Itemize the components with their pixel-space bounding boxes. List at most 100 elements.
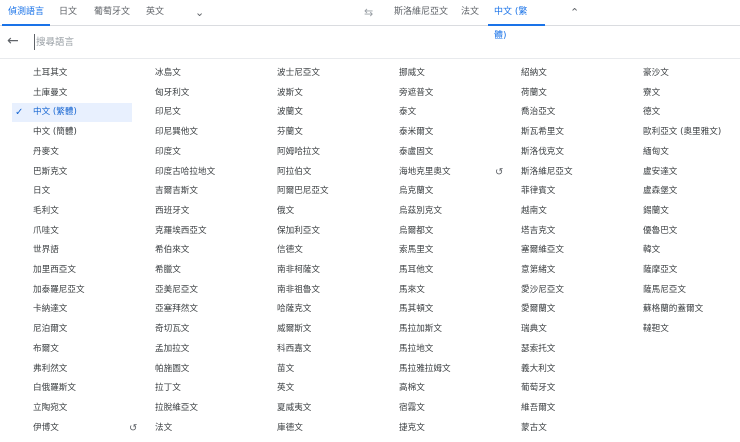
language-option[interactable]: 阿拉伯文 [256, 163, 376, 182]
language-option[interactable]: 塔吉克文 [500, 222, 620, 241]
language-option[interactable]: 帕施圖文 [134, 360, 254, 379]
tab-detect-language[interactable]: 偵測語言 [2, 0, 51, 26]
language-option[interactable]: 馬拉地文 [378, 340, 498, 359]
language-option[interactable]: ✓ 中文 (繁體) [12, 103, 132, 123]
language-option[interactable]: 毛利文 [12, 202, 132, 221]
language-option[interactable]: 泰文 [378, 103, 498, 122]
language-option[interactable]: 南非祖魯文 [256, 281, 376, 300]
language-option[interactable]: 庫德文 [256, 419, 376, 438]
language-option[interactable]: 馬拉加斯文 [378, 320, 498, 339]
language-option[interactable]: 喬治亞文 [500, 103, 620, 122]
language-option[interactable]: 奇切瓦文 [134, 320, 254, 339]
language-option[interactable]: 印度古哈拉地文 [134, 163, 254, 182]
language-option[interactable]: 盧森堡文 [622, 182, 740, 201]
language-option[interactable]: 保加利亞文 [256, 222, 376, 241]
language-option[interactable]: 夏威夷文 [256, 399, 376, 418]
language-option[interactable]: 宿霧文 [378, 399, 498, 418]
language-option[interactable]: 德文 [622, 103, 740, 122]
language-option[interactable]: 波蘭文 [256, 103, 376, 122]
language-option[interactable]: 馬其頓文 [378, 300, 498, 319]
language-option[interactable]: 優魯巴文 [622, 222, 740, 241]
language-option[interactable]: 愛沙尼亞文 [500, 281, 620, 300]
language-option[interactable]: 英文 [256, 379, 376, 398]
language-option[interactable]: 拉脫維亞文 [134, 399, 254, 418]
language-option[interactable]: 匈牙利文 [134, 84, 254, 103]
tab-target-slovenian[interactable]: 斯洛維尼亞文 [388, 0, 454, 26]
language-option[interactable]: 土庫曼文 [12, 84, 132, 103]
tab-source-japanese[interactable]: 日文 [53, 0, 83, 26]
language-option[interactable]: 弗利然文 [12, 360, 132, 379]
language-option[interactable]: 薩馬尼亞文 [622, 281, 740, 300]
language-option[interactable]: 芬蘭文 [256, 123, 376, 142]
tab-target-french[interactable]: 法文 [455, 0, 485, 26]
language-option[interactable]: 斯洛伐克文 [500, 143, 620, 162]
language-option[interactable]: 紹納文 [500, 64, 620, 83]
language-option[interactable]: 錫蘭文 [622, 202, 740, 221]
language-option[interactable]: 馬拉雅拉姆文 [378, 360, 498, 379]
language-option[interactable]: 哈薩克文 [256, 300, 376, 319]
language-option[interactable]: 南非柯薩文 [256, 261, 376, 280]
language-option[interactable]: 科西嘉文 [256, 340, 376, 359]
language-option[interactable]: 波士尼亞文 [256, 64, 376, 83]
swap-languages-icon[interactable]: ⇆ [364, 0, 373, 26]
language-option[interactable]: 加泰羅尼亞文 [12, 281, 132, 300]
language-option[interactable]: 信德文 [256, 241, 376, 260]
language-option[interactable]: 俄文 [256, 202, 376, 221]
language-option[interactable]: 旁遮普文 [378, 84, 498, 103]
language-option[interactable]: 韃靼文 [622, 320, 740, 339]
language-option[interactable]: 斯瓦希里文 [500, 123, 620, 142]
language-option[interactable]: 高棉文 [378, 379, 498, 398]
language-option[interactable]: 尼泊爾文 [12, 320, 132, 339]
language-option[interactable]: ↺ 法文 [129, 419, 254, 438]
language-option[interactable]: 希伯來文 [134, 241, 254, 260]
language-option[interactable]: 亞塞拜然文 [134, 300, 254, 319]
language-option[interactable]: 義大利文 [500, 360, 620, 379]
language-option[interactable]: 菲律賓文 [500, 182, 620, 201]
language-option[interactable]: 瑟索托文 [500, 340, 620, 359]
language-option[interactable]: 拉丁文 [134, 379, 254, 398]
language-option[interactable]: 卡納達文 [12, 300, 132, 319]
chevron-up-icon[interactable]: ⌃ [570, 0, 579, 26]
language-option[interactable]: 緬甸文 [622, 143, 740, 162]
language-option[interactable]: 泰盧固文 [378, 143, 498, 162]
language-option[interactable]: 巴斯克文 [12, 163, 132, 182]
language-option[interactable]: 豪沙文 [622, 64, 740, 83]
language-option[interactable]: 愛爾蘭文 [500, 300, 620, 319]
back-arrow-icon[interactable]: ← [7, 33, 19, 49]
language-option[interactable]: 世界語 [12, 241, 132, 260]
language-option[interactable]: 威爾斯文 [256, 320, 376, 339]
language-option[interactable]: 泰米爾文 [378, 123, 498, 142]
language-option[interactable]: 海地克里奧文 [378, 163, 498, 182]
language-option[interactable]: 立陶宛文 [12, 399, 132, 418]
language-option[interactable]: 葡萄牙文 [500, 379, 620, 398]
language-option[interactable]: 中文 (簡體) [12, 123, 132, 142]
language-option[interactable]: 加里西亞文 [12, 261, 132, 280]
language-option[interactable]: 波斯文 [256, 84, 376, 103]
language-option[interactable]: 希臘文 [134, 261, 254, 280]
language-option[interactable]: 印尼巽他文 [134, 123, 254, 142]
language-option[interactable]: 印尼文 [134, 103, 254, 122]
language-option[interactable]: 蘇格蘭的蓋爾文 [622, 300, 740, 319]
language-option[interactable]: 苗文 [256, 360, 376, 379]
language-option[interactable]: 烏茲別克文 [378, 202, 498, 221]
language-option[interactable]: 盧安達文 [622, 163, 740, 182]
language-option[interactable]: 索馬里文 [378, 241, 498, 260]
language-option[interactable]: 土耳其文 [12, 64, 132, 83]
language-option[interactable]: 歐利亞文 (奧里雅文) [622, 123, 740, 142]
tab-source-portuguese[interactable]: 葡萄牙文 [88, 0, 136, 26]
language-option[interactable]: 捷克文 [378, 419, 498, 438]
language-option[interactable]: 伊博文 [12, 419, 132, 438]
language-option[interactable]: 白俄羅斯文 [12, 379, 132, 398]
language-option[interactable]: 瑞典文 [500, 320, 620, 339]
language-option[interactable]: 烏爾都文 [378, 222, 498, 241]
language-option[interactable]: 日文 [12, 182, 132, 201]
language-option[interactable]: 越南文 [500, 202, 620, 221]
language-option[interactable]: 荷蘭文 [500, 84, 620, 103]
language-option[interactable]: 馬耳他文 [378, 261, 498, 280]
language-option[interactable]: 爪哇文 [12, 222, 132, 241]
search-languages-input[interactable] [34, 34, 434, 50]
language-option[interactable]: 韓文 [622, 241, 740, 260]
language-option[interactable]: 意第緒文 [500, 261, 620, 280]
language-option[interactable]: 阿姆哈拉文 [256, 143, 376, 162]
language-option[interactable]: 冰島文 [134, 64, 254, 83]
